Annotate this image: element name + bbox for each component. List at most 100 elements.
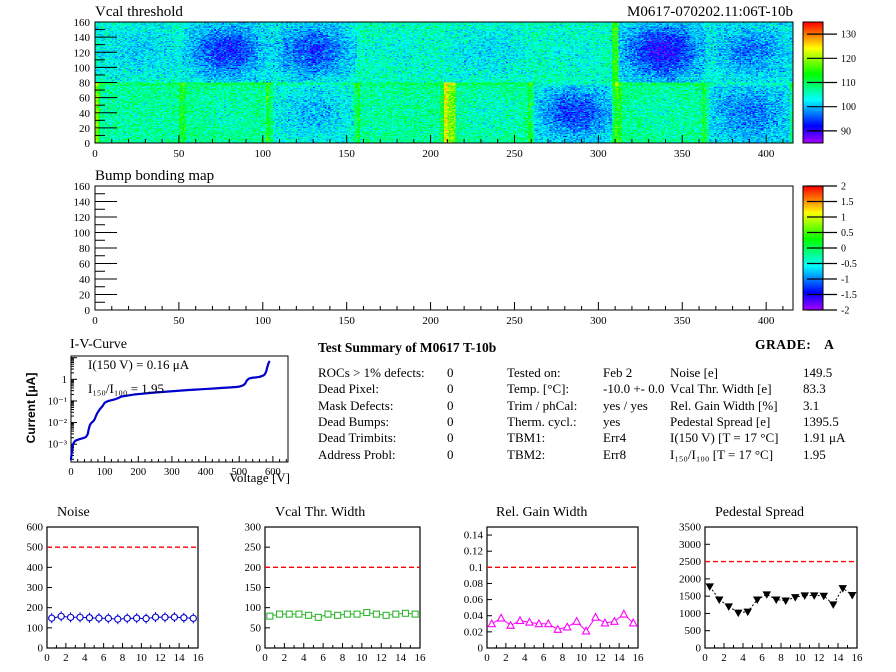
svg-text:120: 120: [74, 212, 91, 224]
svg-text:100: 100: [245, 602, 262, 614]
summary-title: Test Summary of M0617: [318, 340, 460, 355]
svg-text:1.5: 1.5: [841, 197, 854, 208]
iv-annotation-ratio: I₁₅₀/I₁₀₀ = 1.95: [88, 381, 165, 396]
svg-text:400: 400: [758, 148, 775, 160]
result-value: 1.91 μA: [803, 430, 846, 446]
svg-text:16: 16: [415, 652, 427, 664]
svg-text:200: 200: [422, 315, 439, 327]
svg-text:60: 60: [79, 259, 91, 271]
result-label: I₁₅₀/I₁₀₀ [T = 17 °C]: [670, 446, 774, 462]
svg-text:0: 0: [841, 244, 846, 255]
svg-text:8: 8: [340, 652, 346, 664]
svg-text:16: 16: [193, 652, 205, 664]
svg-text:12: 12: [376, 652, 387, 664]
svg-text:100: 100: [255, 315, 272, 327]
vcal-map-title: Vcal threshold: [95, 4, 183, 20]
svg-text:16: 16: [852, 652, 864, 664]
svg-text:3000: 3000: [679, 539, 702, 551]
defect-value: 0: [447, 397, 454, 413]
svg-text:0: 0: [256, 643, 262, 655]
svg-text:2000: 2000: [679, 573, 702, 585]
svg-text:300: 300: [245, 522, 262, 534]
svg-text:6: 6: [320, 652, 326, 664]
svg-text:0.02: 0.02: [464, 626, 483, 638]
svg-text:2: 2: [282, 652, 288, 664]
svg-text:80: 80: [79, 243, 91, 255]
svg-text:0: 0: [484, 652, 490, 664]
summary-subtitle: T-10b: [463, 340, 497, 355]
svg-text:8: 8: [560, 652, 566, 664]
defect-label: Dead Bumps:: [318, 413, 390, 429]
svg-text:400: 400: [198, 467, 214, 478]
iv-curve-title: I-V-Curve: [70, 337, 128, 352]
iv-y-axis-label: Current [μA]: [24, 372, 38, 444]
vcal-width-plot-title: Vcal Thr. Width: [275, 505, 366, 520]
svg-text:4: 4: [301, 652, 307, 664]
svg-text:4: 4: [740, 652, 746, 664]
svg-text:-1.5: -1.5: [841, 290, 857, 301]
svg-text:0.08: 0.08: [464, 578, 484, 590]
svg-text:160: 160: [74, 17, 91, 29]
svg-text:0: 0: [85, 138, 91, 150]
svg-text:14: 14: [833, 652, 845, 664]
svg-text:10⁻²: 10⁻²: [48, 418, 67, 429]
svg-text:0.5: 0.5: [841, 228, 854, 239]
svg-text:120: 120: [841, 54, 856, 65]
svg-text:8: 8: [120, 652, 126, 664]
svg-text:0.14: 0.14: [464, 530, 484, 542]
svg-text:12: 12: [155, 652, 166, 664]
svg-text:12: 12: [814, 652, 825, 664]
svg-text:140: 140: [74, 32, 91, 44]
svg-text:10: 10: [795, 652, 807, 664]
result-value: 1.95: [803, 446, 826, 462]
defect-label: Address Probl:: [318, 446, 396, 462]
gain-width-plot-title: Rel. Gain Width: [496, 505, 588, 520]
svg-text:110: 110: [841, 78, 856, 89]
svg-text:2: 2: [721, 652, 727, 664]
svg-text:200: 200: [422, 148, 439, 160]
plots-overlay: 0204060801001201401600 50 100 150 200 250 300 3…: [27, 17, 864, 664]
grade-value: A: [824, 337, 835, 352]
defect-label: Dead Pixel:: [318, 381, 380, 397]
svg-text:50: 50: [173, 148, 185, 160]
svg-text:40: 40: [79, 274, 91, 286]
condition-value: Feb 2: [603, 365, 633, 380]
bump-map-title: Bump bonding map: [95, 168, 215, 184]
svg-text:120: 120: [74, 47, 91, 59]
condition-value: Err8: [603, 446, 627, 462]
svg-text:300: 300: [164, 467, 180, 478]
svg-text:0: 0: [44, 652, 50, 664]
condition-label: Temp. [°C]:: [507, 381, 570, 397]
svg-text:16: 16: [633, 652, 645, 664]
defect-value: 0: [447, 365, 454, 380]
condition-value: -10.0 +- 0.0: [603, 381, 665, 397]
svg-text:400: 400: [758, 315, 775, 327]
svg-text:140: 140: [74, 197, 91, 209]
svg-text:250: 250: [506, 315, 523, 327]
svg-text:10: 10: [356, 652, 368, 664]
svg-text:400: 400: [27, 562, 44, 574]
svg-text:350: 350: [674, 148, 691, 160]
svg-text:150: 150: [338, 148, 355, 160]
grade-label: GRADE:: [755, 337, 812, 352]
svg-text:14: 14: [174, 652, 186, 664]
defect-label: Dead Trimbits:: [318, 430, 397, 446]
svg-text:3500: 3500: [679, 522, 702, 534]
svg-text:100: 100: [74, 228, 91, 240]
defect-value: 0: [447, 430, 454, 446]
pedestal-plot-title: Pedestal Spread: [715, 505, 805, 520]
svg-text:100: 100: [27, 622, 44, 634]
svg-text:0: 0: [92, 148, 98, 160]
condition-value: Err4: [603, 430, 627, 446]
svg-text:0: 0: [68, 467, 73, 478]
result-label: Rel. Gain Width [%]: [670, 397, 778, 413]
svg-text:4: 4: [82, 652, 88, 664]
svg-text:160: 160: [74, 181, 91, 193]
svg-text:300: 300: [27, 582, 44, 594]
svg-text:2500: 2500: [679, 556, 702, 568]
svg-text:0.1: 0.1: [469, 562, 483, 574]
condition-value: yes / yes: [603, 397, 648, 413]
svg-text:0: 0: [696, 643, 702, 655]
result-value: 83.3: [803, 381, 826, 397]
svg-text:20: 20: [79, 290, 91, 302]
